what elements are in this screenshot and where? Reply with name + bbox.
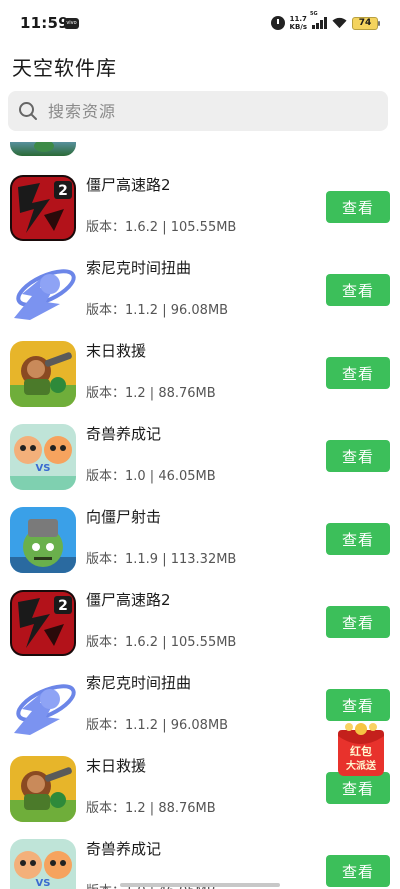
- vivo-badge-icon: vivo: [64, 18, 79, 29]
- app-name: 索尼克时间扭曲: [86, 674, 192, 692]
- red-packet-float[interactable]: 红包 大派送: [334, 722, 388, 778]
- svg-text:大派送: 大派送: [346, 759, 377, 772]
- view-button[interactable]: 查看: [326, 606, 390, 638]
- svg-text:VS: VS: [36, 878, 51, 889]
- search-icon: [19, 102, 37, 120]
- alarm-icon: [270, 16, 285, 30]
- page-title: 天空软件库: [12, 56, 117, 80]
- svg-text:VS: VS: [36, 463, 51, 474]
- app-name: 奇兽养成记: [86, 840, 162, 858]
- partial-app-icon[interactable]: [10, 142, 76, 156]
- doomsday-rescue-icon[interactable]: [10, 341, 76, 407]
- status-indicators: 11.7 KB/s 5G 74: [270, 11, 380, 34]
- list-item[interactable]: 2 僵尸高速路2 版本：1.6.2 | 105.55MB 查看: [0, 590, 400, 673]
- app-version-size: 版本：1.0 | 46.05MB: [86, 469, 216, 484]
- beast-raising-icon[interactable]: VS: [10, 839, 76, 889]
- network-speed-unit: KB/s: [289, 23, 307, 31]
- zombie-highway-2-icon[interactable]: 2: [10, 590, 76, 656]
- zombie-highway-2-icon[interactable]: 2: [10, 175, 76, 241]
- svg-text:2: 2: [58, 598, 68, 614]
- list-item[interactable]: 向僵尸射击版本：1.1.9 | 113.32MB 查看: [0, 507, 400, 590]
- app-version-size: 版本：1.1.9 | 113.32MB: [86, 552, 237, 567]
- view-button[interactable]: 查看: [326, 440, 390, 472]
- shoot-zombies-icon[interactable]: [10, 507, 76, 573]
- view-button[interactable]: 查看: [326, 357, 390, 389]
- app-name: 僵尸高速路2: [86, 591, 171, 609]
- network-speed-value: 11.7: [289, 15, 307, 23]
- status-bar: 11:59 vivo 11.7 KB/s 5G 74: [0, 0, 400, 44]
- list-item[interactable]: VS 奇兽养成记版本：1.0 | 46.05MB 查看: [0, 424, 400, 507]
- sonic-time-twisted-icon[interactable]: [10, 673, 76, 739]
- red-envelope-icon: 红包 大派送: [338, 723, 384, 776]
- network-type: 5G: [310, 11, 318, 17]
- app-version-size: 版本：1.6.2 | 105.55MB: [86, 220, 237, 235]
- wifi-icon: [332, 17, 347, 29]
- list-item[interactable]: 索尼克时间扭曲版本：1.1.2 | 96.08MB 查看: [0, 258, 400, 341]
- search-bar[interactable]: [8, 91, 388, 131]
- sonic-time-twisted-icon[interactable]: [10, 258, 76, 324]
- battery-icon: 74: [352, 16, 380, 30]
- app-name: 末日救援: [86, 342, 147, 360]
- app-name: 末日救援: [86, 757, 147, 775]
- list-item[interactable]: VS奇兽养成记版本：1.0 | 46.05MB查看: [0, 839, 400, 889]
- list-item[interactable]: 2 僵尸高速路2 版本：1.6.2 | 105.55MB 查看: [0, 175, 400, 258]
- app-version-size: 版本：1.6.2 | 105.55MB: [86, 635, 237, 650]
- app-name: 僵尸高速路2: [86, 176, 171, 194]
- home-indicator[interactable]: [120, 883, 280, 887]
- svg-text:红包: 红包: [350, 744, 372, 758]
- list-item[interactable]: 末日救援版本：1.2 | 88.76MB 查看: [0, 341, 400, 424]
- doomsday-rescue-icon[interactable]: [10, 756, 76, 822]
- view-button[interactable]: 查看: [326, 855, 390, 887]
- app-version-size: 版本：1.1.2 | 96.08MB: [86, 303, 229, 318]
- app-name: 向僵尸射击: [86, 508, 162, 526]
- view-button[interactable]: 查看: [326, 191, 390, 223]
- app-version-size: 版本：1.2 | 88.76MB: [86, 386, 216, 401]
- app-version-size: 版本：1.1.2 | 96.08MB: [86, 718, 229, 733]
- view-button[interactable]: 查看: [326, 523, 390, 555]
- search-input[interactable]: [48, 101, 368, 121]
- status-time: 11:59: [20, 14, 69, 32]
- beast-raising-icon[interactable]: VS: [10, 424, 76, 490]
- app-version-size: 版本：1.2 | 88.76MB: [86, 801, 216, 816]
- network-speed: 11.7 KB/s: [290, 15, 307, 31]
- app-name: 奇兽养成记: [86, 425, 162, 443]
- view-button[interactable]: 查看: [326, 689, 390, 721]
- app-name: 索尼克时间扭曲: [86, 259, 192, 277]
- cellular-signal-icon: 5G: [310, 11, 327, 29]
- svg-text:2: 2: [58, 183, 68, 199]
- view-button[interactable]: 查看: [326, 274, 390, 306]
